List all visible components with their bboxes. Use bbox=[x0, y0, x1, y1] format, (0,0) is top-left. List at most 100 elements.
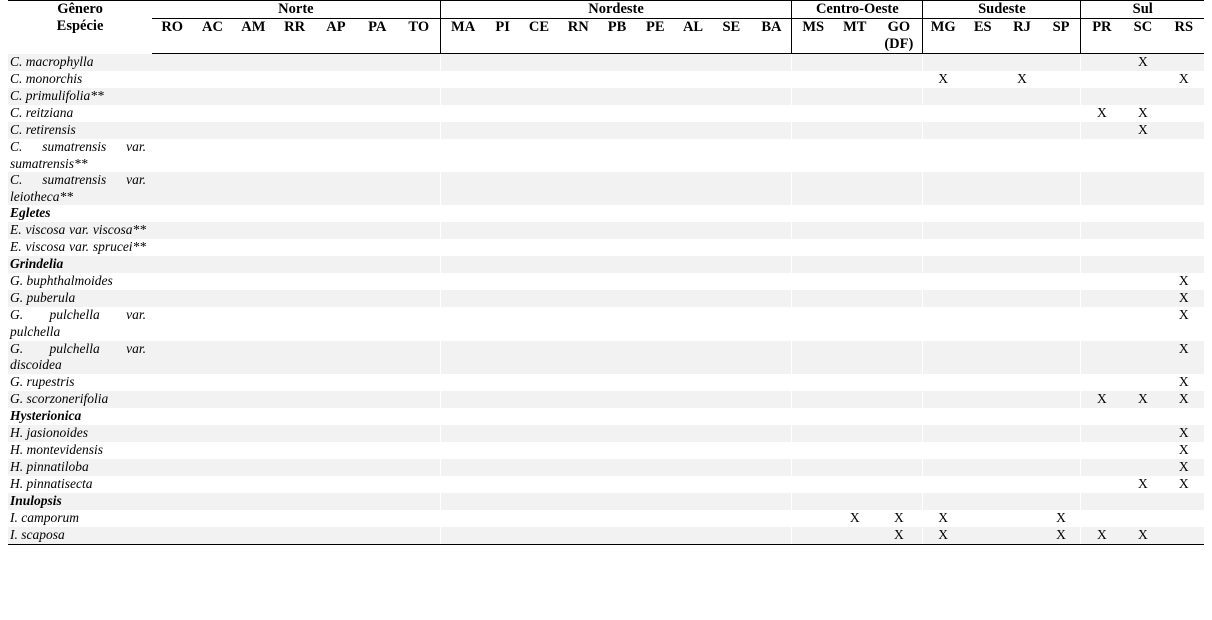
cell-rn bbox=[558, 122, 599, 139]
table-sheet: Gênero Espécie Norte Nordeste Centro-Oes… bbox=[0, 0, 1212, 620]
cell-mark-go: X bbox=[893, 509, 904, 525]
group-header-nordeste: Nordeste bbox=[439, 0, 792, 19]
cell-to bbox=[397, 256, 441, 274]
cell-mark-mt: X bbox=[849, 509, 860, 525]
cell-rn bbox=[558, 205, 598, 222]
cell-mg bbox=[922, 88, 964, 105]
cell-es bbox=[963, 256, 1003, 274]
cell-es bbox=[963, 390, 1003, 408]
cell-mg bbox=[922, 105, 964, 122]
cell-ac bbox=[192, 222, 233, 240]
cell-pr bbox=[1080, 172, 1123, 206]
cell-to bbox=[398, 510, 440, 527]
cell-rr bbox=[273, 290, 316, 308]
cell-es bbox=[963, 53, 1003, 71]
cell-am bbox=[233, 510, 274, 527]
cell-ms bbox=[791, 273, 835, 291]
cell-es bbox=[963, 290, 1003, 308]
cell-go bbox=[875, 442, 922, 459]
cell-al bbox=[674, 290, 712, 308]
genus-name-cell: Grindelia bbox=[8, 256, 153, 274]
cell-ap bbox=[315, 510, 356, 527]
cell-pb bbox=[598, 526, 636, 545]
column-header-label: MA bbox=[451, 19, 476, 35]
cell-rs bbox=[1164, 105, 1204, 122]
cell-pi bbox=[486, 239, 520, 256]
cell-pi bbox=[485, 172, 520, 206]
cell-al bbox=[674, 256, 712, 274]
species-name-cell: G. scorzonerifolia bbox=[8, 390, 153, 408]
cell-go bbox=[875, 390, 923, 408]
cell-mg bbox=[922, 390, 964, 408]
cell-se bbox=[711, 139, 751, 172]
cell-am bbox=[233, 476, 274, 493]
cell-rs bbox=[1163, 172, 1204, 206]
cell-ms bbox=[791, 441, 835, 459]
cell-rn bbox=[558, 424, 599, 442]
cell-ba bbox=[751, 290, 792, 308]
species-name-cell: H. pinnatiloba bbox=[8, 458, 153, 476]
cell-ap bbox=[315, 139, 356, 172]
cell-pr bbox=[1080, 458, 1123, 476]
cell-ms bbox=[791, 509, 835, 527]
cell-ma bbox=[439, 424, 486, 442]
cell-mark-mg: X bbox=[922, 509, 964, 527]
cell-al bbox=[674, 53, 712, 71]
cell-pa bbox=[356, 222, 398, 240]
cell-pr bbox=[1080, 205, 1123, 223]
table-body: C. macrophylla X C. monorchis X X X C. primuli… bbox=[8, 53, 1204, 545]
cell-al bbox=[674, 122, 712, 139]
column-header-go: GO (DF) bbox=[875, 18, 923, 54]
column-header-label: MG bbox=[930, 19, 956, 35]
cell-es bbox=[963, 88, 1003, 105]
cell-ms bbox=[791, 105, 835, 122]
cell-pr bbox=[1080, 424, 1123, 442]
column-header-label: RJ bbox=[1013, 19, 1031, 35]
cell-sp bbox=[1041, 88, 1081, 105]
cell-pr bbox=[1080, 509, 1123, 527]
cell-to bbox=[397, 492, 441, 510]
cell-sc bbox=[1122, 374, 1163, 391]
cell-rr bbox=[274, 510, 315, 527]
cell-go bbox=[875, 205, 922, 222]
cell-pr bbox=[1080, 340, 1123, 374]
cell-mg bbox=[922, 273, 964, 291]
cell-se bbox=[711, 442, 751, 459]
cell-es bbox=[963, 458, 1003, 476]
cell-to bbox=[397, 122, 441, 139]
table-row: C. retirensis X bbox=[8, 122, 1204, 139]
cell-sp bbox=[1042, 139, 1081, 172]
cell-ro bbox=[152, 442, 192, 459]
cell-mark-rs: X bbox=[1178, 475, 1189, 491]
species-name-cell: E. viscosa var. sprucei** bbox=[10, 239, 147, 255]
cell-ro bbox=[152, 172, 193, 206]
table-row: C. primulifolia** bbox=[8, 88, 1204, 105]
column-header-sublabel: (DF) bbox=[884, 36, 914, 52]
cell-ma bbox=[439, 458, 486, 476]
cell-mg bbox=[922, 53, 964, 71]
cell-ce bbox=[519, 256, 559, 274]
column-header-label: SE bbox=[722, 19, 741, 35]
table-row: G. buphthalmoides X bbox=[8, 273, 1204, 291]
column-header-am: AM bbox=[232, 18, 274, 54]
cell-pa bbox=[357, 374, 398, 391]
cell-se bbox=[711, 256, 752, 274]
cell-pe bbox=[636, 105, 675, 122]
cell-se bbox=[711, 172, 752, 206]
column-header-rn: RN bbox=[558, 18, 599, 54]
cell-ms bbox=[791, 424, 835, 442]
table-row: G. rupestris X bbox=[8, 373, 1204, 391]
cell-rj bbox=[1002, 492, 1042, 510]
column-header-ce: CE bbox=[519, 18, 559, 54]
column-header-label: RS bbox=[1174, 19, 1194, 35]
cell-ba bbox=[751, 53, 792, 71]
cell-pa bbox=[356, 458, 398, 476]
cell-pi bbox=[485, 424, 520, 442]
cell-rj bbox=[1002, 139, 1041, 172]
cell-pi bbox=[485, 53, 520, 71]
cell-rs bbox=[1163, 526, 1204, 545]
cell-mark-sc: X bbox=[1138, 475, 1148, 491]
cell-ac bbox=[192, 71, 232, 88]
column-header-label: RO bbox=[161, 19, 184, 35]
cell-ms bbox=[791, 256, 835, 274]
